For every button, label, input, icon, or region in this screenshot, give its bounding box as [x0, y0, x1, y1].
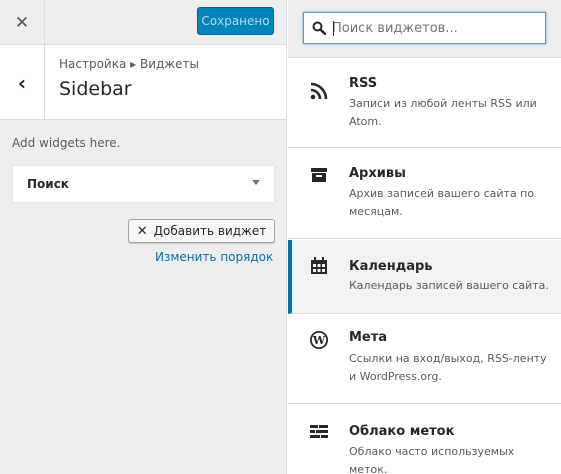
widget-tpl-tag-cloud[interactable]: Облако меток Облако часто используемых м…: [288, 405, 561, 474]
back-icon[interactable]: ‹: [0, 45, 45, 120]
widget-tpl-name: RSS: [349, 76, 378, 91]
widget-tpl-archives[interactable]: Архивы Архив записей вашего сайта по мес…: [288, 149, 561, 239]
rss-icon: [310, 82, 328, 100]
close-icon[interactable]: ✕: [0, 0, 45, 45]
svg-text:W: W: [312, 334, 326, 347]
widget-tpl-desc: Архив записей вашего сайта по месяцам.: [349, 187, 535, 218]
widget-tpl-desc: Облако часто используемых меток.: [349, 445, 515, 474]
customizer-sidebar: ✕ Сохранено ‹ Настройка ▸ Виджеты Sideba…: [0, 0, 287, 474]
widget-tpl-name: Мета: [349, 330, 388, 345]
customizer-header: ✕ Сохранено: [0, 0, 286, 45]
text-caret: [333, 21, 334, 36]
widget-tpl-meta[interactable]: W Мета Ссылки на вход/выход, RSS-ленту и…: [288, 315, 561, 404]
widget-tpl-name: Архивы: [349, 166, 406, 181]
reorder-link[interactable]: Изменить порядок: [155, 250, 273, 264]
calendar-icon: [311, 257, 327, 274]
save-button[interactable]: Сохранено: [197, 7, 274, 35]
add-widget-button[interactable]: ✕ Добавить виджет: [128, 219, 275, 243]
archive-icon: [311, 168, 327, 182]
widget-search-input[interactable]: [332, 13, 542, 43]
widget-tpl-rss[interactable]: RSS Записи из любой ленты RSS или Atom.: [288, 59, 561, 148]
widget-tpl-desc: Календарь записей вашего сайта.: [349, 279, 549, 292]
section-header: ‹ Настройка ▸ Виджеты Sidebar: [0, 45, 286, 120]
tag-cloud-icon: [310, 425, 328, 438]
breadcrumb: Настройка ▸ Виджеты: [59, 57, 199, 71]
widget-title: Поиск: [27, 177, 69, 191]
close-icon: ✕: [136, 223, 148, 239]
widget-search-box[interactable]: [303, 12, 546, 44]
widget-tpl-name: Облако меток: [349, 424, 455, 439]
chevron-down-icon[interactable]: [252, 180, 260, 185]
widget-search-bar: [288, 0, 561, 58]
wordpress-icon: W: [310, 331, 328, 349]
widget-tpl-desc: Записи из любой ленты RSS или Atom.: [349, 97, 537, 128]
search-icon: [312, 21, 326, 35]
widget-tpl-desc: Ссылки на вход/выход, RSS-ленту и WordPr…: [349, 352, 547, 383]
widget-search[interactable]: Поиск: [12, 165, 275, 203]
add-widget-label: Добавить виджет: [153, 224, 267, 238]
widget-tpl-name: Календарь: [349, 259, 433, 274]
widget-tpl-calendar[interactable]: Календарь Календарь записей вашего сайта…: [288, 240, 561, 314]
available-widgets-panel: RSS Записи из любой ленты RSS или Atom. …: [288, 0, 561, 474]
section-title: Sidebar: [59, 78, 132, 100]
widget-area-hint: Add widgets here.: [12, 136, 121, 150]
